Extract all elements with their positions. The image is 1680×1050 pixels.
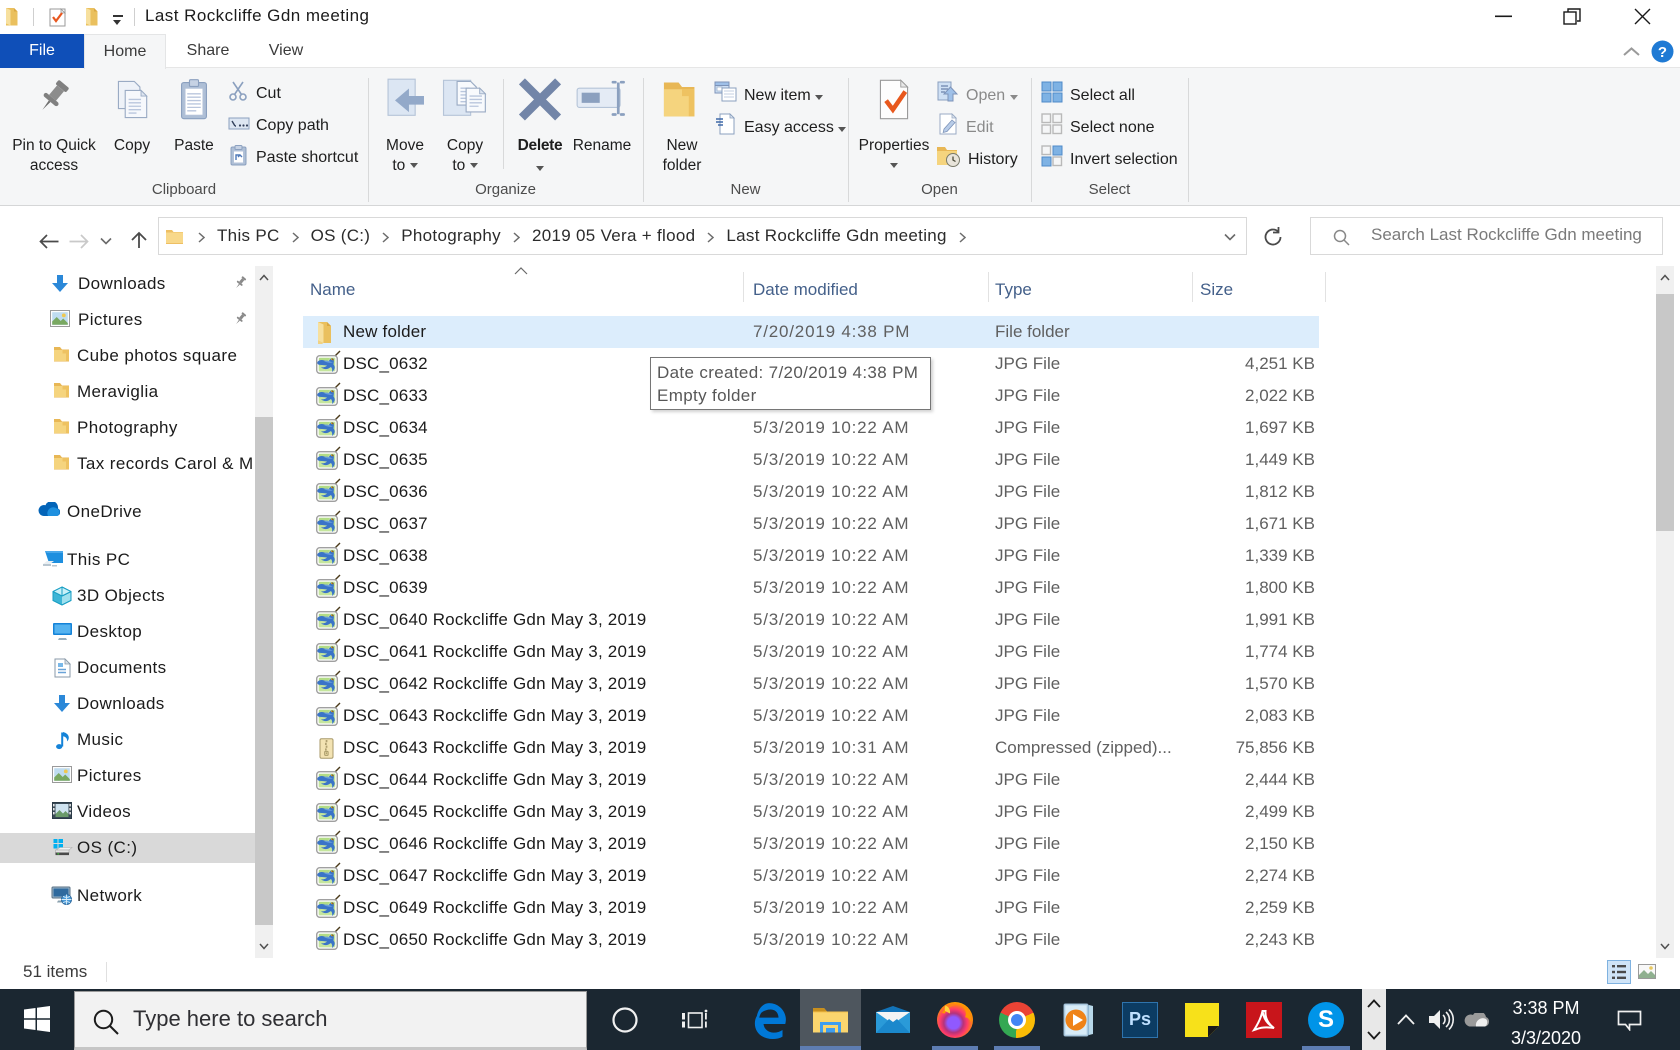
svg-text:?: ? bbox=[1658, 44, 1667, 61]
